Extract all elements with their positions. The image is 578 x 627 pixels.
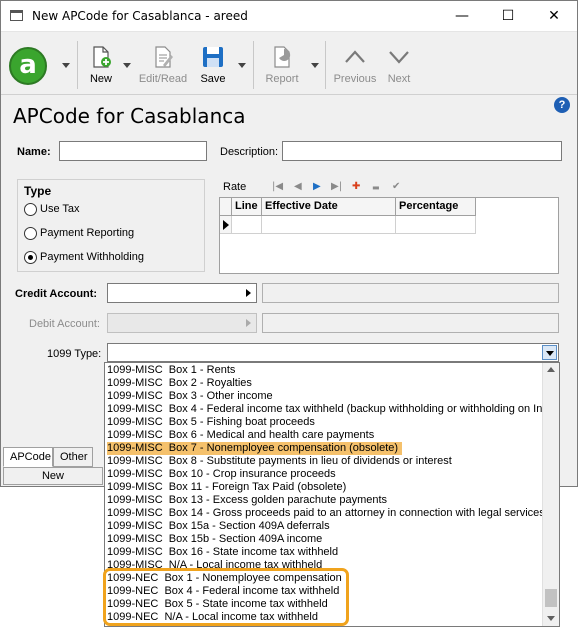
type-1099-combobox[interactable] xyxy=(107,343,559,362)
radio-button-selected-icon xyxy=(24,251,37,264)
dropdown-option[interactable]: 1099-MISC Box 11 - Foreign Tax Paid (obs… xyxy=(107,481,346,494)
dropdown-option[interactable]: 1099-MISC Box 3 - Other income xyxy=(107,390,273,403)
edit-document-icon xyxy=(155,46,173,68)
combobox-dropdown-icon[interactable] xyxy=(542,345,557,360)
dropdown-option[interactable]: 1099-MISC Box 1 - Rents xyxy=(107,364,235,377)
radio-button-icon xyxy=(24,227,37,240)
chevron-up-icon xyxy=(345,50,365,63)
report-dropdown-arrow-icon[interactable] xyxy=(311,63,319,68)
maximize-button[interactable]: ☐ xyxy=(485,1,531,32)
last-record-icon[interactable]: ▶| xyxy=(331,181,342,192)
next-record-icon[interactable]: ▶ xyxy=(313,181,321,192)
credit-account-description xyxy=(262,283,559,303)
grid-cell-line[interactable] xyxy=(232,216,262,234)
dropdown-option[interactable]: 1099-MISC Box 7 - Nonemployee compensati… xyxy=(107,442,403,455)
confirm-record-icon[interactable]: ✔ xyxy=(392,181,400,192)
dropdown-scrollbar[interactable] xyxy=(542,363,559,626)
dropdown-option[interactable]: 1099-MISC Box 15a - Section 409A deferra… xyxy=(107,520,330,533)
name-label: Name: xyxy=(17,146,51,158)
type-group-title: Type xyxy=(24,184,52,198)
scroll-thumb[interactable] xyxy=(545,589,557,607)
dropdown-option[interactable]: 1099-NEC N/A - Local income tax withheld xyxy=(107,611,318,624)
window-title: New APCode for Casablanca - areed xyxy=(32,9,248,23)
add-record-icon[interactable]: ✚ xyxy=(352,181,360,192)
new-dropdown-arrow-icon[interactable] xyxy=(123,63,131,68)
help-icon[interactable]: ? xyxy=(554,97,570,113)
logo-dropdown-arrow-icon[interactable] xyxy=(62,63,70,68)
column-header-line[interactable]: Line xyxy=(232,198,262,216)
chevron-right-icon xyxy=(246,319,251,327)
toolbar-separator xyxy=(325,41,326,89)
dropdown-option[interactable]: 1099-NEC Box 5 - State income tax withhe… xyxy=(107,598,328,611)
new-button[interactable]: New xyxy=(85,43,117,89)
chevron-down-icon xyxy=(389,51,409,64)
type-1099-dropdown-list[interactable]: 1099-MISC Box 1 - Rents 1099-MISC Box 2 -… xyxy=(104,362,560,627)
dropdown-option[interactable]: 1099-NEC Box 4 - Federal income tax with… xyxy=(107,585,339,598)
tab-other[interactable]: Other xyxy=(53,447,93,467)
status-bar: New xyxy=(3,467,103,485)
next-button[interactable]: Next xyxy=(381,43,417,89)
description-input[interactable] xyxy=(282,141,562,161)
grid-cell-percentage[interactable] xyxy=(396,216,476,234)
grid-cell-effective-date[interactable] xyxy=(262,216,396,234)
dropdown-option[interactable]: 1099-MISC Box 6 - Medical and health car… xyxy=(107,429,374,442)
report-button[interactable]: Report xyxy=(261,43,303,89)
app-logo-icon[interactable]: a xyxy=(9,47,47,85)
report-icon xyxy=(274,46,291,68)
dropdown-option[interactable]: 1099-MISC Box 5 - Fishing boat proceeds xyxy=(107,416,315,429)
credit-account-label: Credit Account: xyxy=(15,288,98,300)
remove-record-icon[interactable]: ▬ xyxy=(372,183,380,192)
scroll-up-icon[interactable] xyxy=(547,367,555,372)
dropdown-option[interactable]: 1099-MISC Box 13 - Excess golden parachu… xyxy=(107,494,387,507)
toolbar-separator xyxy=(77,41,78,89)
dropdown-option[interactable]: 1099-MISC Box 14 - Gross proceeds paid t… xyxy=(107,507,545,520)
toolbar: a New Edit/Read Save Report Previous Nex… xyxy=(1,33,577,95)
debit-account-picker xyxy=(107,313,257,333)
previous-button[interactable]: Previous xyxy=(331,43,379,89)
dropdown-option[interactable]: 1099-NEC Box 1 - Nonemployee compensatio… xyxy=(107,572,342,585)
save-button[interactable]: Save xyxy=(197,43,229,89)
column-header-effective-date[interactable]: Effective Date xyxy=(262,198,396,216)
description-label: Description: xyxy=(220,146,279,158)
dropdown-option[interactable]: 1099-MISC Box 4 - Federal income tax wit… xyxy=(107,403,548,416)
column-header-percentage[interactable]: Percentage xyxy=(396,198,476,216)
title-bar: New APCode for Casablanca - areed — ☐ ✕ xyxy=(1,1,577,32)
name-input[interactable] xyxy=(59,141,207,161)
page-title: APCode for Casablanca xyxy=(13,104,246,128)
dropdown-option[interactable]: 1099-MISC Box 15b - Section 409A income xyxy=(107,533,322,546)
scroll-down-icon[interactable] xyxy=(547,616,555,621)
window-icon xyxy=(10,10,23,21)
row-selector[interactable] xyxy=(220,216,232,234)
floppy-disk-icon xyxy=(203,47,223,67)
type-1099-label: 1099 Type: xyxy=(47,348,102,360)
row-header-corner xyxy=(220,198,232,216)
rate-label: Rate xyxy=(223,181,247,193)
dropdown-option[interactable]: 1099-MISC Box 8 - Substitute payments in… xyxy=(107,455,452,468)
tab-apcode[interactable]: APCode xyxy=(3,447,53,467)
first-record-icon[interactable]: |◀ xyxy=(272,181,283,192)
save-dropdown-arrow-icon[interactable] xyxy=(238,63,246,68)
rate-grid[interactable]: Line Effective Date Percentage xyxy=(219,197,559,274)
close-button[interactable]: ✕ xyxy=(531,1,577,32)
debit-account-description xyxy=(262,313,559,333)
minimize-button[interactable]: — xyxy=(439,1,485,32)
radio-button-icon xyxy=(24,203,37,216)
chevron-right-icon xyxy=(246,289,251,297)
debit-account-label: Debit Account: xyxy=(29,318,100,330)
dropdown-option[interactable]: 1099-MISC Box 10 - Crop insurance procee… xyxy=(107,468,336,481)
credit-account-picker[interactable] xyxy=(107,283,257,303)
previous-record-icon[interactable]: ◀ xyxy=(294,181,302,192)
edit-read-button[interactable]: Edit/Read xyxy=(137,43,189,89)
new-document-icon xyxy=(93,46,111,68)
current-row-icon xyxy=(223,220,229,230)
dropdown-option[interactable]: 1099-MISC Box 16 - State income tax with… xyxy=(107,546,338,559)
toolbar-separator xyxy=(253,41,254,89)
dropdown-option[interactable]: 1099-MISC Box 2 - Royalties xyxy=(107,377,252,390)
dropdown-option[interactable]: 1099-MISC N/A - Local income tax withhel… xyxy=(107,559,322,572)
type-group: Type Use Tax Payment Reporting Payment W… xyxy=(17,179,205,272)
